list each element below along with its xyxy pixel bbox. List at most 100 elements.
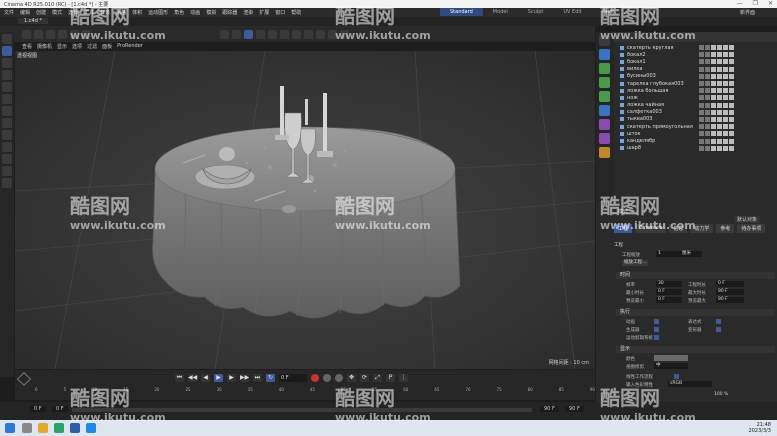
- expression-checkbox[interactable]: [716, 319, 721, 324]
- menu-item[interactable]: 模式: [52, 9, 62, 16]
- linear-workflow-checkbox[interactable]: [674, 374, 679, 379]
- loop-button[interactable]: ↻: [266, 374, 275, 382]
- object-flags[interactable]: [699, 81, 734, 87]
- object-row[interactable]: бокал1: [614, 58, 777, 65]
- viewport-menu-item[interactable]: 显示: [57, 43, 67, 50]
- subdivision-icon[interactable]: [280, 30, 289, 39]
- texture-mode-icon[interactable]: [2, 142, 12, 152]
- project-time-field[interactable]: 0 F: [716, 281, 744, 287]
- generator-icon[interactable]: [599, 77, 610, 88]
- object-row[interactable]: тыква003: [614, 116, 777, 123]
- attribute-tab[interactable]: 参考: [716, 224, 735, 233]
- end-frame-field-2[interactable]: 90 F: [565, 406, 584, 412]
- object-flags[interactable]: [699, 52, 734, 58]
- scale-icon[interactable]: [2, 58, 12, 68]
- viewport-menu-item[interactable]: 查看: [22, 43, 32, 50]
- auto-key-icon[interactable]: [323, 374, 331, 382]
- layout-tab[interactable]: Standard: [440, 8, 483, 16]
- deformer-icon[interactable]: [599, 105, 610, 116]
- object-flags[interactable]: [699, 88, 734, 94]
- layout-tab[interactable]: UV Edit: [553, 8, 591, 16]
- object-row[interactable]: бокал2: [614, 51, 777, 58]
- menu-item[interactable]: 渲染: [243, 9, 253, 16]
- render-settings-icon[interactable]: [244, 30, 253, 39]
- redo-icon[interactable]: [34, 30, 43, 39]
- volume-icon[interactable]: [599, 133, 610, 144]
- layout-tab[interactable]: Model: [483, 8, 518, 16]
- scale-project-button[interactable]: 缩放工程...: [622, 260, 649, 266]
- object-flags[interactable]: [699, 138, 734, 144]
- end-frame-field[interactable]: 90 F: [540, 406, 559, 412]
- menu-item[interactable]: 窗口: [275, 9, 285, 16]
- brush-icon[interactable]: [2, 178, 12, 188]
- cube-icon[interactable]: [599, 49, 610, 60]
- color-swatch[interactable]: [654, 355, 688, 361]
- fps-field[interactable]: 30: [656, 281, 682, 287]
- cinema4d-icon[interactable]: [70, 423, 80, 433]
- points-mode-icon[interactable]: [2, 94, 12, 104]
- undo-icon[interactable]: [22, 30, 31, 39]
- bend-icon[interactable]: [304, 30, 313, 39]
- deformer-checkbox[interactable]: [716, 327, 721, 332]
- object-flags[interactable]: [699, 45, 734, 51]
- floor-icon[interactable]: [316, 30, 325, 39]
- system-clock[interactable]: 21:48 2023/3/3: [749, 422, 771, 434]
- field-icon[interactable]: [599, 119, 610, 130]
- x-axis-icon[interactable]: [46, 30, 55, 39]
- viewport-menu-item[interactable]: 过滤: [87, 43, 97, 50]
- go-end-button[interactable]: ⏭: [253, 374, 262, 382]
- object-row[interactable]: скатерть круглая: [614, 44, 777, 51]
- menu-item[interactable]: 编辑: [20, 9, 30, 16]
- keyframe-icon[interactable]: [16, 371, 32, 387]
- file-explorer-icon[interactable]: [38, 423, 48, 433]
- cube-icon[interactable]: [256, 30, 265, 39]
- minimize-button[interactable]: —: [737, 0, 743, 7]
- object-flags[interactable]: [699, 66, 734, 72]
- object-row[interactable]: шток: [614, 130, 777, 137]
- view-clip-dropdown[interactable]: 中: [654, 363, 688, 369]
- move-key-icon[interactable]: ✥: [347, 374, 356, 382]
- menu-item[interactable]: 文件: [4, 9, 14, 16]
- project-scale-field[interactable]: 1: [656, 251, 680, 257]
- zoom-level[interactable]: 100 %: [714, 392, 728, 397]
- attribute-tab[interactable]: 待办事项: [737, 224, 766, 233]
- object-flags[interactable]: [699, 95, 734, 101]
- viewport-menu-item[interactable]: 面板: [102, 43, 112, 50]
- menu-item[interactable]: 扩展: [259, 9, 269, 16]
- start-frame-field-2[interactable]: 0 F: [52, 406, 68, 412]
- object-flags[interactable]: [699, 59, 734, 65]
- transform-icon[interactable]: [2, 82, 12, 92]
- object-flags[interactable]: [699, 116, 734, 122]
- app-icon[interactable]: [86, 423, 96, 433]
- snap-icon[interactable]: [2, 154, 12, 164]
- scale-key-icon[interactable]: ⤢: [373, 374, 382, 382]
- object-row[interactable]: скатерть прямоугольная: [614, 123, 777, 130]
- display-section[interactable]: 显示: [616, 346, 775, 353]
- key-selection-icon[interactable]: [335, 374, 343, 382]
- object-row[interactable]: шар8: [614, 145, 777, 152]
- object-row[interactable]: ложка чайная: [614, 102, 777, 109]
- motion-system-checkbox[interactable]: [654, 335, 659, 340]
- mograph-icon[interactable]: [599, 91, 610, 102]
- layout-tab[interactable]: Sculpt: [518, 8, 554, 16]
- go-start-button[interactable]: ⏮: [175, 374, 184, 382]
- render-icon[interactable]: [232, 30, 241, 39]
- object-row[interactable]: вилка: [614, 66, 777, 73]
- start-frame-field[interactable]: 0 F: [30, 406, 46, 412]
- object-flags[interactable]: [699, 73, 734, 79]
- chrome-icon[interactable]: [54, 423, 64, 433]
- document-tab[interactable]: 1.c4d *: [18, 18, 48, 24]
- object-row[interactable]: бусины003: [614, 73, 777, 80]
- camera-icon[interactable]: [599, 147, 610, 158]
- cloner-icon[interactable]: [292, 30, 301, 39]
- menu-item[interactable]: 动画: [190, 9, 200, 16]
- grid-key-icon[interactable]: ⋮: [399, 374, 408, 382]
- object-row[interactable]: ложка большая: [614, 87, 777, 94]
- object-flags[interactable]: [699, 124, 734, 130]
- object-row[interactable]: нож: [614, 94, 777, 101]
- windows-start-icon[interactable]: [5, 423, 15, 433]
- workplane-icon[interactable]: [2, 166, 12, 176]
- record-icon[interactable]: [311, 374, 319, 382]
- next-key-button[interactable]: ▶▶: [240, 374, 249, 382]
- max-time-field[interactable]: 90 F: [716, 289, 744, 295]
